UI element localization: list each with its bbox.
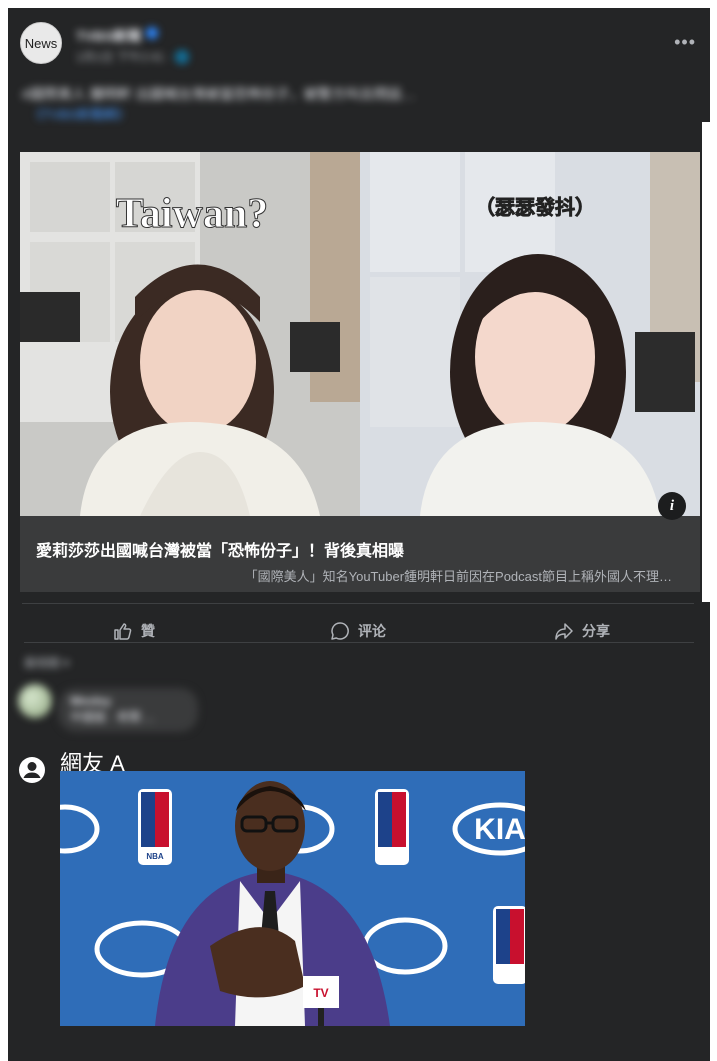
comment-sort-dropdown[interactable]: 最相關 ▾ xyxy=(24,654,69,671)
post-link[interactable]: 《TVBS新聞網》 xyxy=(30,104,129,123)
commenter-name[interactable]: Wesley xyxy=(70,694,186,708)
more-options-icon[interactable]: ••• xyxy=(674,32,696,53)
user-avatar-icon[interactable] xyxy=(18,756,46,784)
post-header: News TVBS新聞 1月1日 下午2:41 · 🌐 ••• xyxy=(20,22,700,74)
facebook-post: News TVBS新聞 1月1日 下午2:41 · 🌐 ••• #國際美人 鍾明… xyxy=(8,8,710,1061)
page-name[interactable]: TVBS新聞 xyxy=(76,26,141,46)
info-icon[interactable]: i xyxy=(658,492,686,520)
left-image-caption: Taiwan? xyxy=(116,191,269,237)
divider-top xyxy=(22,603,694,604)
post-text: #國際美人 鍾明軒 出國喊台灣被當恐怖份子，被警方叫去問話… xyxy=(22,86,416,102)
link-card-subtitle: 「國際美人」知名YouTuber鍾明軒日前因在Podcast節目上稱外國人不理… xyxy=(244,569,672,584)
link-preview-card[interactable]: Taiwan? （瑟瑟發抖） i 愛莉莎莎出國喊台灣被當「恐怖份子」！背後真相曝… xyxy=(20,152,700,592)
comment-image[interactable]: KIA NBA TV xyxy=(60,771,525,1026)
screenshot-margin-right xyxy=(702,122,717,602)
comment-bubble-icon xyxy=(331,622,349,640)
link-card-title[interactable]: 愛莉莎莎出國喊台灣被當「恐怖份子」！背後真相曝 xyxy=(36,537,404,561)
share-label: 分享 xyxy=(582,623,610,639)
post-timestamp[interactable]: 1月1日 下午2:41 · 🌐 xyxy=(76,48,190,65)
page-avatar[interactable]: News xyxy=(20,22,62,64)
kia-text: KIA xyxy=(474,813,525,846)
verified-badge-icon xyxy=(146,27,158,39)
commenter-avatar[interactable] xyxy=(18,684,52,718)
comment-bubble: Wesley 中國版 · 老闆 ... xyxy=(58,688,198,732)
comment-label: 评论 xyxy=(358,623,386,639)
comment-text: 中國版 · 老闆 ... xyxy=(70,710,155,724)
link-preview-image[interactable]: Taiwan? （瑟瑟發抖） xyxy=(20,152,700,516)
divider-bottom xyxy=(24,642,694,643)
share-arrow-icon xyxy=(555,623,573,640)
right-image-caption: （瑟瑟發抖） xyxy=(475,195,595,219)
mic-logo: TV xyxy=(313,986,328,1000)
nba-label: NBA xyxy=(146,852,164,861)
screenshot-margin xyxy=(0,0,8,1061)
thumbs-up-icon xyxy=(114,623,132,640)
like-label: 贊 xyxy=(141,623,155,639)
